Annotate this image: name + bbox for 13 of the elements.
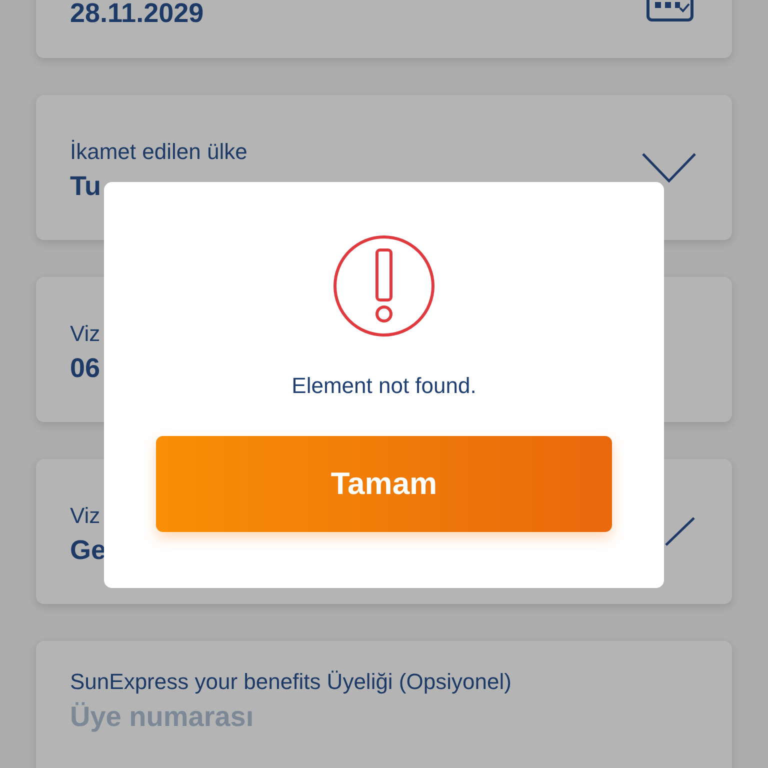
alert-icon	[332, 234, 436, 338]
field-value: Ge	[70, 535, 106, 566]
field-label: SunExpress your benefits Üyeliği (Opsiyonel)	[70, 669, 512, 695]
field-value: 28.11.2029	[70, 0, 204, 29]
field-label: İkamet edilen ülke	[70, 139, 248, 165]
ok-button[interactable]: Tamam	[156, 436, 612, 532]
calendar-icon[interactable]	[646, 0, 694, 22]
error-message: Element not found.	[292, 373, 476, 399]
form-card[interactable]: 28.11.2029	[36, 0, 732, 58]
field-label: Viz	[70, 321, 100, 347]
field-value: Tu	[70, 171, 101, 202]
field-label: Viz	[70, 503, 100, 529]
field-value: 06	[70, 353, 100, 384]
